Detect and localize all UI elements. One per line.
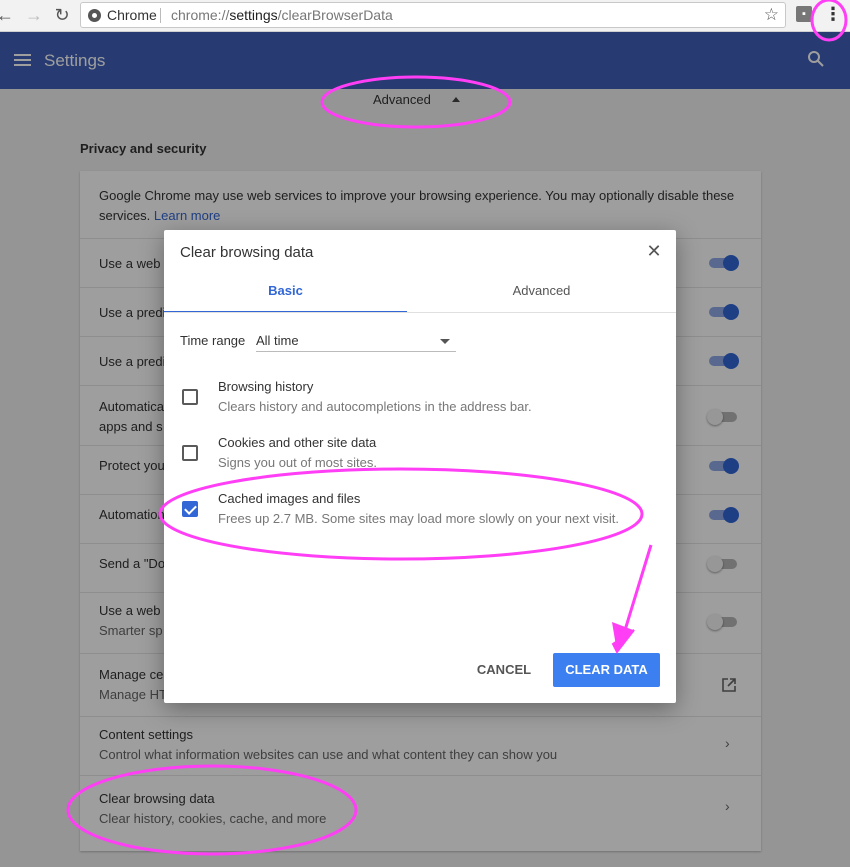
- chrome-icon: [88, 9, 101, 22]
- tab-divider: [164, 312, 676, 313]
- extension-icon[interactable]: ▪: [796, 6, 812, 22]
- browser-toolbar: ← → ↻ Chrome chrome://settings/clearBrow…: [0, 0, 850, 32]
- option-desc: Frees up 2.7 MB. Some sites may load mor…: [218, 511, 619, 526]
- forward-icon[interactable]: →: [23, 4, 45, 26]
- cached-images-checkbox[interactable]: [182, 501, 198, 517]
- reload-icon[interactable]: ↻: [51, 4, 73, 26]
- dropdown-arrow-icon: [440, 339, 450, 344]
- time-range-select[interactable]: All time: [256, 331, 456, 352]
- omnibox-separator: [160, 8, 161, 23]
- time-range-label: Time range: [180, 333, 246, 348]
- dialog-title: Clear browsing data: [180, 244, 314, 261]
- browsing-history-checkbox[interactable]: [182, 389, 198, 405]
- option-title: Cached images and files: [218, 491, 361, 506]
- clear-data-button[interactable]: CLEAR DATA: [553, 653, 660, 687]
- chrome-menu-icon[interactable]: ⋮: [824, 4, 842, 26]
- option-title: Browsing history: [218, 379, 314, 394]
- option-title: Cookies and other site data: [218, 435, 377, 450]
- url-text: chrome://settings/clearBrowserData: [171, 7, 393, 23]
- omnibox-brand: Chrome: [107, 7, 157, 23]
- address-bar[interactable]: Chrome chrome://settings/clearBrowserDat…: [80, 2, 786, 28]
- time-range-value: All time: [256, 333, 299, 348]
- back-icon[interactable]: ←: [0, 4, 16, 26]
- option-desc: Signs you out of most sites.: [218, 455, 377, 470]
- tab-basic[interactable]: Basic: [164, 281, 407, 313]
- option-desc: Clears history and autocompletions in th…: [218, 399, 532, 414]
- tab-advanced[interactable]: Advanced: [407, 281, 676, 313]
- clear-browsing-data-dialog: Clear browsing data ✕ Basic Advanced Tim…: [164, 230, 676, 703]
- cookies-checkbox[interactable]: [182, 445, 198, 461]
- cancel-button[interactable]: CANCEL: [464, 653, 544, 687]
- bookmark-star-icon[interactable]: ☆: [764, 5, 779, 25]
- close-icon[interactable]: ✕: [645, 242, 663, 260]
